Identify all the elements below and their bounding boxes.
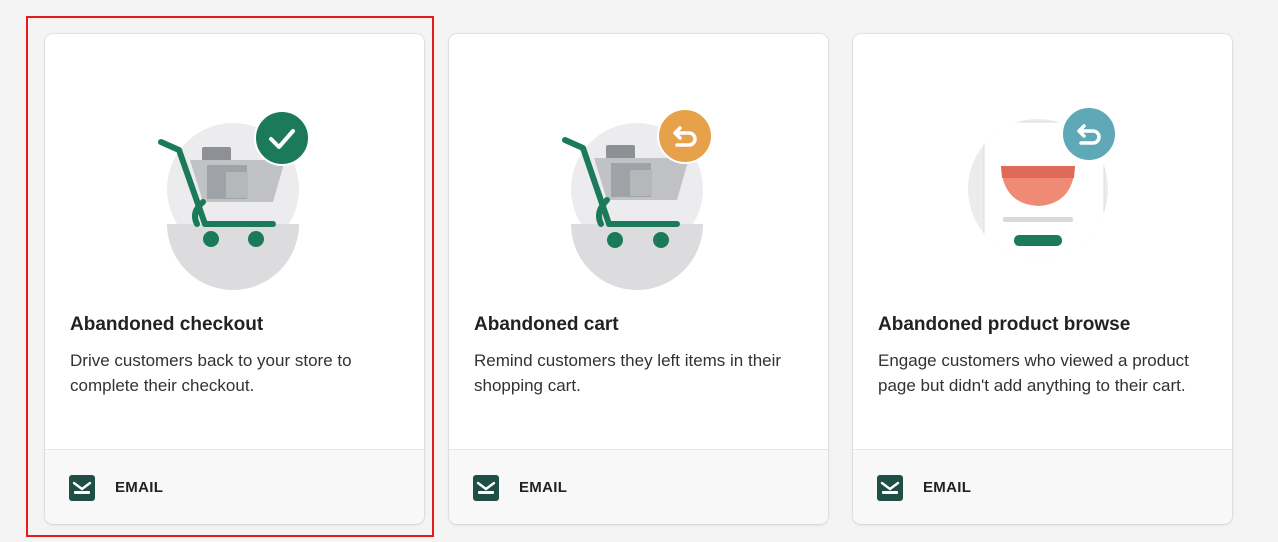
email-icon (877, 475, 903, 501)
card-description: Remind customers they left items in thei… (474, 351, 782, 395)
card-footer: EMAIL (449, 449, 828, 524)
channel-label: EMAIL (519, 479, 568, 496)
product-page-return-illustration (853, 34, 1232, 304)
card-title: Abandoned product browse (878, 314, 1131, 335)
email-icon (69, 475, 95, 501)
channel-label: EMAIL (115, 479, 164, 496)
card-description: Drive customers back to your store to co… (70, 351, 352, 395)
card-description: Engage customers who viewed a product pa… (878, 351, 1189, 395)
email-icon (473, 475, 499, 501)
card-footer: EMAIL (45, 449, 424, 524)
template-card-abandoned-checkout[interactable]: Abandoned checkout Drive customers back … (45, 34, 424, 524)
cart-check-illustration (45, 34, 424, 304)
card-title: Abandoned cart (474, 314, 619, 335)
template-card-abandoned-cart[interactable]: Abandoned cart Remind customers they lef… (449, 34, 828, 524)
channel-label: EMAIL (923, 479, 972, 496)
template-card-abandoned-product-browse[interactable]: Abandoned product browse Engage customer… (853, 34, 1232, 524)
card-title: Abandoned checkout (70, 314, 264, 335)
cart-return-illustration (449, 34, 828, 304)
card-footer: EMAIL (853, 449, 1232, 524)
